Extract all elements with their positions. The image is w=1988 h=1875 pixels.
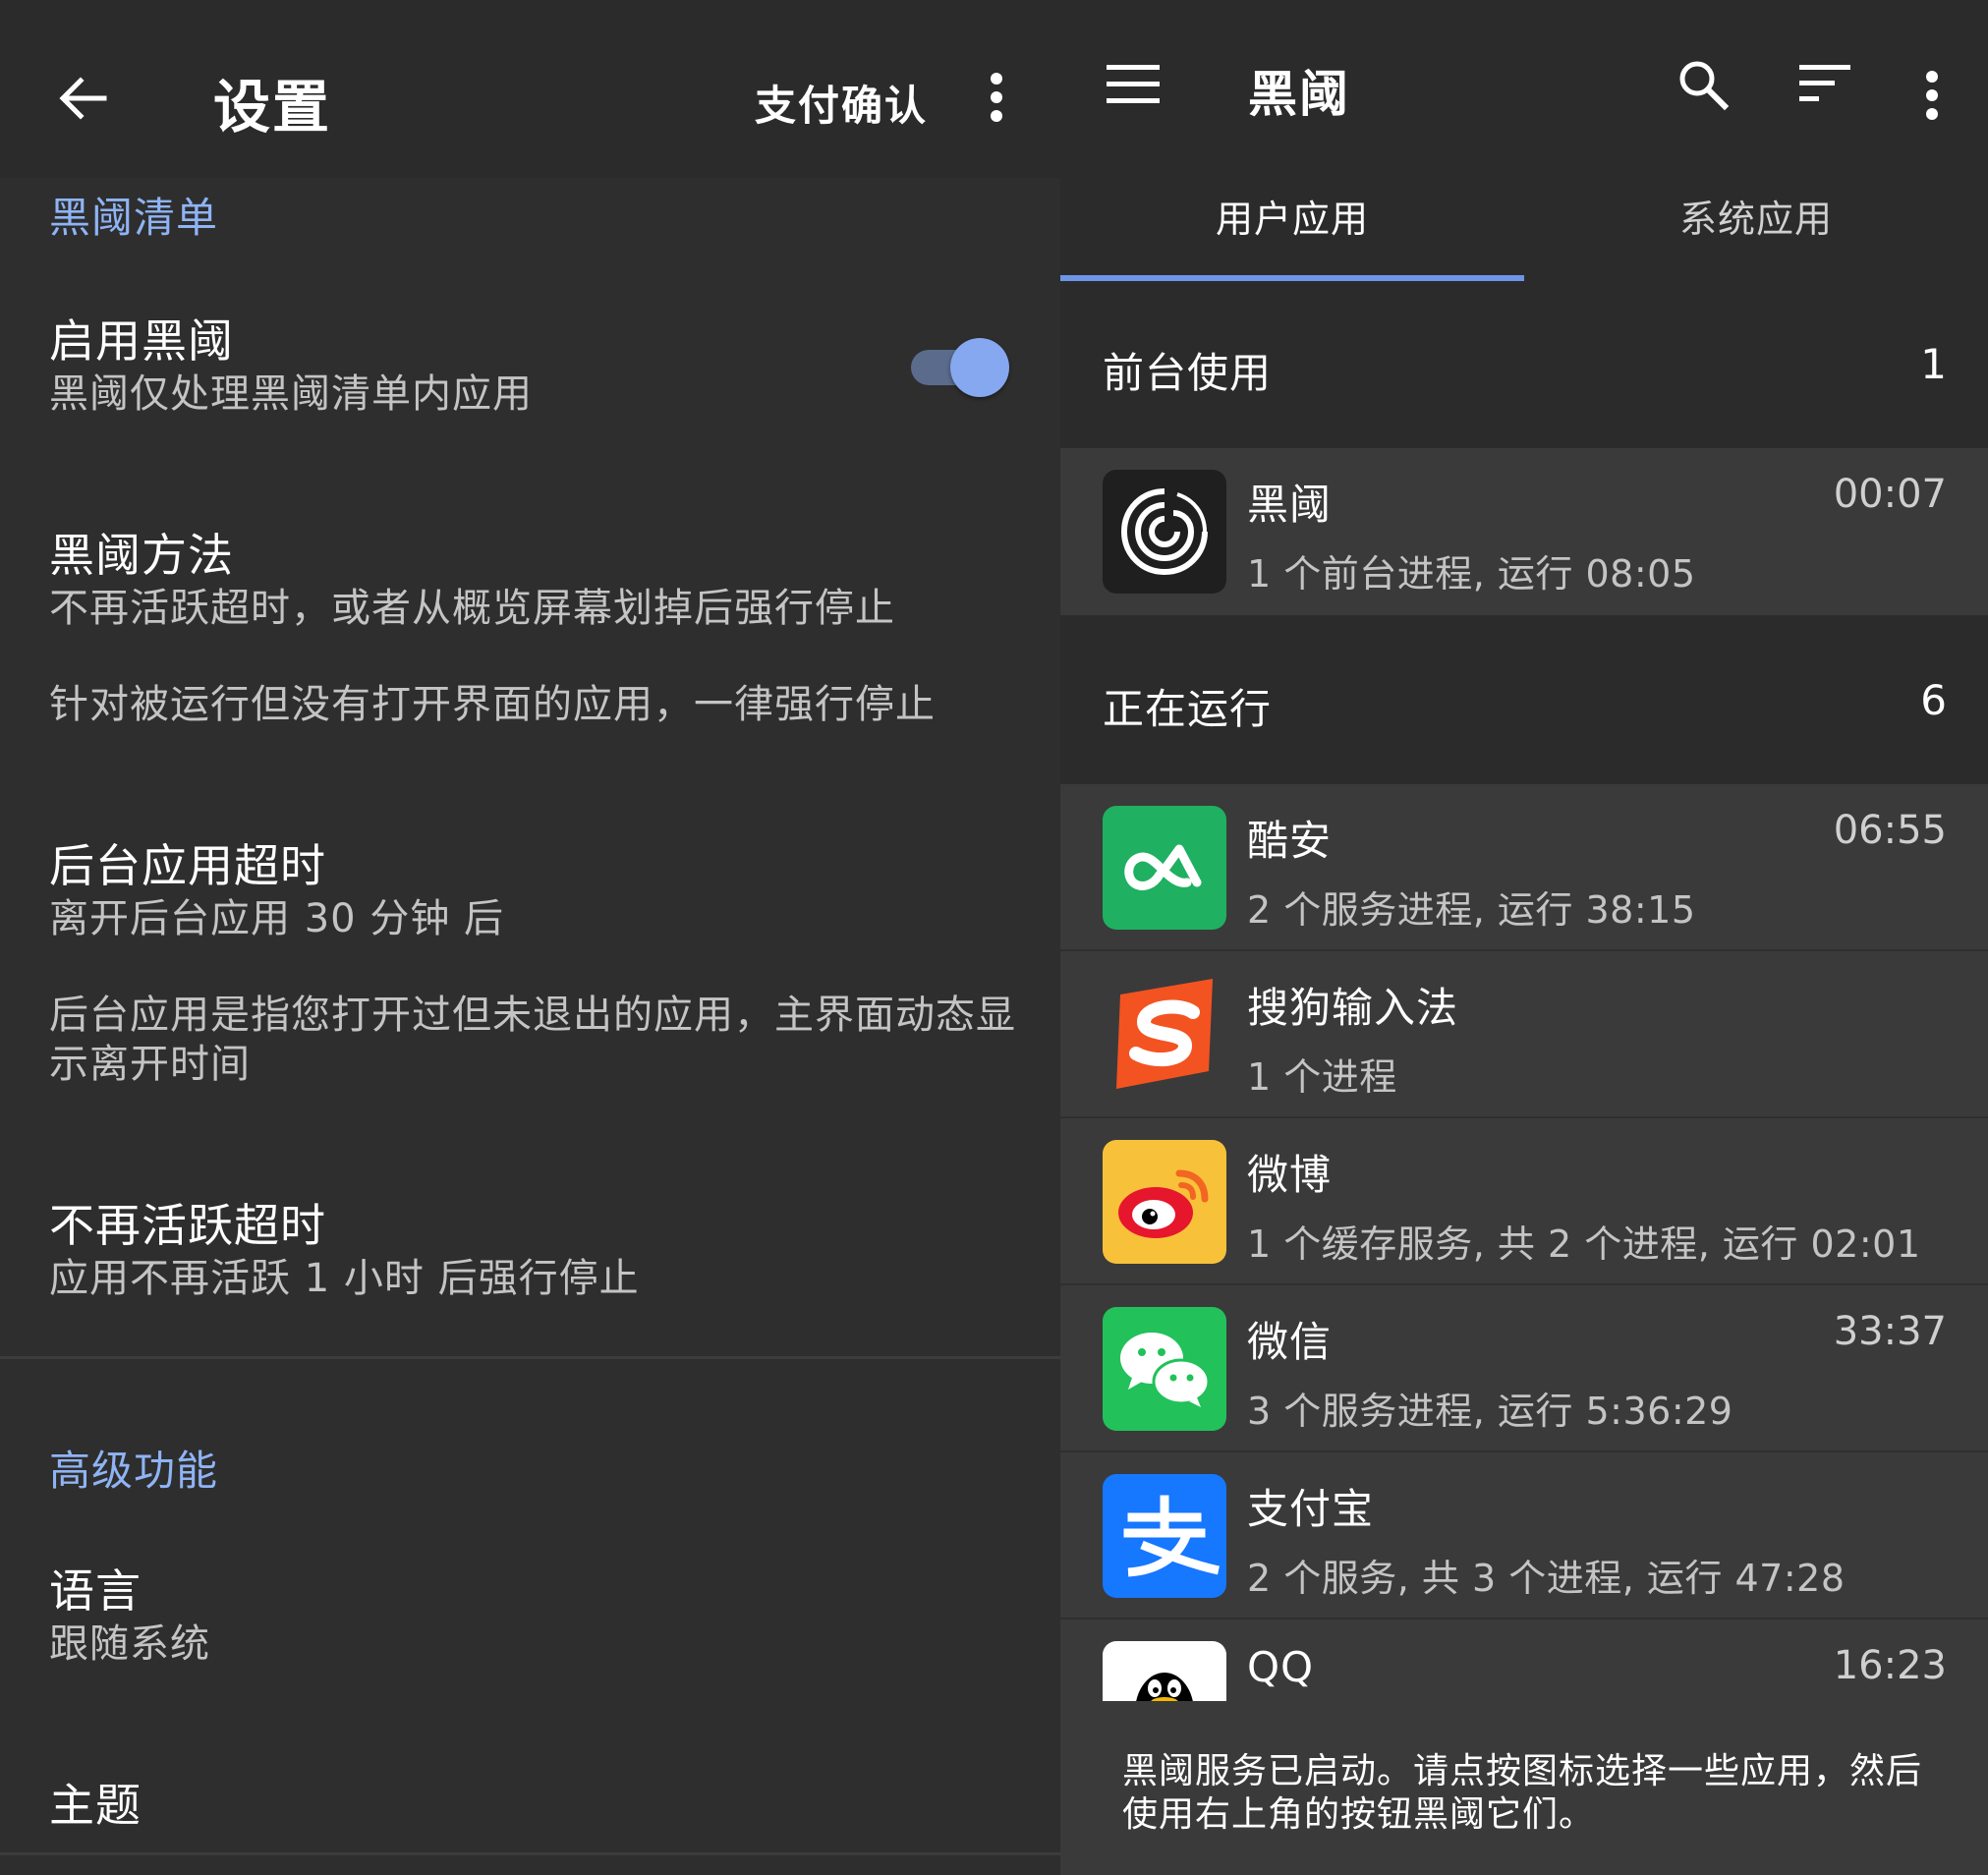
pref-inactive-timeout[interactable]: 不再活跃超时 应用不再活跃 1 小时 后强行停止 xyxy=(49,1197,1022,1303)
menu-icon[interactable] xyxy=(1107,65,1160,106)
search-icon[interactable] xyxy=(1676,57,1731,112)
app-time: 33:37 xyxy=(1833,1309,1947,1354)
pref-brevent-method[interactable]: 黑阈方法 不再活跃超时，或者从概览屏幕划掉后强行停止 针对被运行但没有打开界面的… xyxy=(49,527,1022,729)
app-row[interactable]: 支付宝 2 个服务, 共 3 个进程, 运行 47:28 xyxy=(1060,1452,1988,1619)
toggle-thumb xyxy=(950,338,1009,397)
tab-indicator xyxy=(1060,275,1524,281)
snackbar: 黑阈服务已启动。请点按图标选择一些应用，然后使用右上角的按钮黑阈它们。 xyxy=(1060,1701,1988,1875)
pay-confirm-button[interactable]: 支付确认 xyxy=(755,73,928,133)
section-header-advanced: 高级功能 xyxy=(49,1447,219,1495)
bottom-divider xyxy=(0,1852,1060,1855)
more-options-icon[interactable] xyxy=(977,67,1016,130)
app-name: 支付宝 xyxy=(1247,1485,1375,1533)
more-options-icon[interactable] xyxy=(1912,65,1952,128)
pref-title: 启用黑阈 xyxy=(49,314,234,368)
app-description: 1 个缓存服务, 共 2 个进程, 运行 02:01 xyxy=(1247,1222,1921,1266)
pref-summary: 跟随系统 xyxy=(49,1621,210,1667)
app-row[interactable]: 黑阈 00:07 1 个前台进程, 运行 08:05 xyxy=(1060,448,1988,615)
back-arrow-icon[interactable] xyxy=(51,67,114,130)
enable-brevent-toggle[interactable] xyxy=(909,338,1009,397)
app-description: 1 个前台进程, 运行 08:05 xyxy=(1247,552,1696,596)
app-name: QQ xyxy=(1247,1643,1315,1691)
app-name: 黑阈 xyxy=(1247,481,1333,529)
app-row[interactable]: 酷安 06:55 2 个服务进程, 运行 38:15 xyxy=(1060,784,1988,951)
brevent-swirl-icon[interactable] xyxy=(1103,470,1226,594)
app-title: 黑阈 xyxy=(1248,66,1350,123)
app-name: 微信 xyxy=(1247,1318,1333,1366)
app-row[interactable]: 微博 1 个缓存服务, 共 2 个进程, 运行 02:01 xyxy=(1060,1118,1988,1285)
sogou-icon[interactable] xyxy=(1103,973,1226,1097)
app-description: 2 个服务, 共 3 个进程, 运行 47:28 xyxy=(1247,1557,1846,1600)
group-count-running: 6 xyxy=(1920,676,1947,724)
pref-title: 语言 xyxy=(49,1564,142,1618)
pref-background-timeout[interactable]: 后台应用超时 离开后台应用 30 分钟 后 后台应用是指您打开过但未退出的应用，… xyxy=(49,837,1022,1089)
group-count-foreground: 1 xyxy=(1920,340,1947,388)
section-divider xyxy=(0,1356,1060,1359)
tab-user-apps[interactable]: 用户应用 xyxy=(1060,177,1524,281)
pref-summary: 不再活跃超时，或者从概览屏幕划掉后强行停止 xyxy=(49,586,895,631)
app-time: 00:07 xyxy=(1833,472,1947,517)
tab-system-apps[interactable]: 系统应用 xyxy=(1524,177,1988,281)
app-row[interactable]: 微信 33:37 3 个服务进程, 运行 5:36:29 xyxy=(1060,1285,1988,1452)
app-description: 1 个进程 xyxy=(1247,1055,1397,1099)
pref-title: 主题 xyxy=(49,1779,142,1832)
pref-title: 不再活跃超时 xyxy=(49,1199,326,1252)
pref-summary: 应用不再活跃 1 小时 后强行停止 xyxy=(49,1256,640,1301)
group-header-foreground: 前台使用 xyxy=(1103,349,1273,397)
pref-title: 黑阈方法 xyxy=(49,529,234,582)
pref-language[interactable]: 语言 跟随系统 xyxy=(49,1562,1022,1669)
snackbar-message: 黑阈服务已启动。请点按图标选择一些应用，然后使用右上角的按钮黑阈它们。 xyxy=(1122,1751,1923,1835)
app-time: 16:23 xyxy=(1833,1643,1947,1688)
main-app-bar: 黑阈 xyxy=(1060,0,1988,177)
alipay-icon[interactable] xyxy=(1103,1474,1226,1598)
pref-summary: 黑阈仅处理黑阈清单内应用 xyxy=(49,371,533,417)
app-description: 2 个服务进程, 运行 38:15 xyxy=(1247,888,1696,932)
pref-note: 针对被运行但没有打开界面的应用，一律强行停止 xyxy=(49,682,936,727)
wechat-icon[interactable] xyxy=(1103,1307,1226,1431)
weibo-icon[interactable] xyxy=(1103,1140,1226,1264)
settings-app-bar: 设置 支付确认 xyxy=(0,0,1060,178)
app-tabs: 用户应用 系统应用 xyxy=(1060,177,1988,281)
app-list-panel: 黑阈 用户应用 系统应用 前台使用 1 黑阈 00:07 1 个前台进程, 运行… xyxy=(1060,0,1988,1875)
app-row[interactable]: 搜狗输入法 1 个进程 xyxy=(1060,951,1988,1118)
page-title: 设置 xyxy=(213,74,332,141)
app-name: 搜狗输入法 xyxy=(1247,984,1459,1032)
app-name: 微博 xyxy=(1247,1151,1333,1199)
sort-icon[interactable] xyxy=(1799,65,1854,108)
section-header-blacklist: 黑阈清单 xyxy=(49,194,219,242)
app-name: 酷安 xyxy=(1247,817,1333,865)
coolapk-icon[interactable] xyxy=(1103,806,1226,930)
app-description: 3 个服务进程, 运行 5:36:29 xyxy=(1247,1390,1733,1433)
settings-panel: 设置 支付确认 黑阈清单 启用黑阈 黑阈仅处理黑阈清单内应用 黑阈方法 不再活跃… xyxy=(0,0,1060,1875)
group-header-running: 正在运行 xyxy=(1103,685,1273,733)
app-time: 06:55 xyxy=(1833,808,1947,853)
pref-summary: 离开后台应用 30 分钟 后 xyxy=(49,896,505,941)
pref-title: 后台应用超时 xyxy=(49,839,326,892)
pref-note: 后台应用是指您打开过但未退出的应用，主界面动态显示离开时间 xyxy=(49,993,1016,1087)
pref-theme[interactable]: 主题 xyxy=(49,1777,1022,1834)
pref-enable-brevent[interactable]: 启用黑阈 黑阈仅处理黑阈清单内应用 xyxy=(49,312,1022,419)
